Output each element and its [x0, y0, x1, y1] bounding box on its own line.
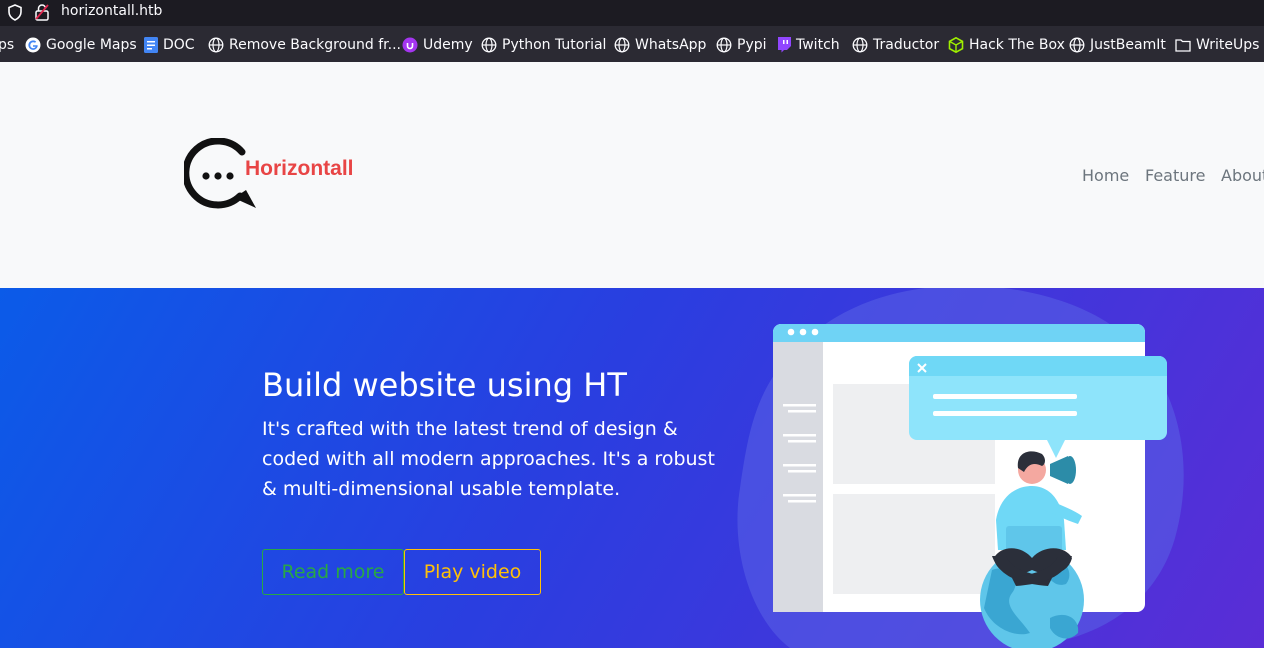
- globe-icon: [1069, 37, 1085, 53]
- bookmark-label: Udemy: [423, 37, 473, 53]
- folder-icon: [1175, 39, 1191, 52]
- udemy-icon: [402, 37, 418, 53]
- bookmark-whatsapp[interactable]: WhatsApp: [614, 36, 706, 54]
- bookmark-twitch[interactable]: Twitch: [777, 36, 840, 54]
- bookmark-label: Hack The Box: [969, 37, 1065, 53]
- url-text[interactable]: horizontall.htb: [61, 3, 162, 19]
- bookmark-hack-the-box[interactable]: Hack The Box: [948, 36, 1065, 54]
- bookmark-label: Traductor: [873, 37, 940, 53]
- shield-icon[interactable]: [7, 4, 23, 25]
- bookmark-label: JustBeamIt: [1090, 37, 1166, 53]
- globe-icon: [614, 37, 630, 53]
- bookmark-python-tutorial[interactable]: Python Tutorial: [481, 36, 606, 54]
- read-more-button[interactable]: Read more: [262, 549, 404, 595]
- bookmark-label: ps: [0, 37, 15, 53]
- doc-icon: [144, 37, 158, 53]
- htb-icon: [948, 37, 964, 53]
- globe-icon: [208, 37, 224, 53]
- bookmark-label: DOC: [163, 37, 195, 53]
- nav-home[interactable]: Home: [1082, 166, 1129, 185]
- bookmarks-toolbar: ps Google Maps DOC Remove Background fr.…: [0, 26, 1264, 63]
- globe-icon: [852, 37, 868, 53]
- globe-icon: [716, 37, 732, 53]
- play-video-button[interactable]: Play video: [404, 549, 541, 595]
- bookmark-doc[interactable]: DOC: [144, 36, 195, 54]
- hero-title: Build website using HT: [262, 366, 627, 404]
- bookmark-remove-background[interactable]: Remove Background fr...: [208, 36, 401, 54]
- bookmark-label: WhatsApp: [635, 37, 707, 53]
- bookmark-justbeamit[interactable]: JustBeamIt: [1069, 36, 1166, 54]
- insecure-lock-icon[interactable]: [34, 3, 50, 25]
- bookmark-label: Twitch: [796, 37, 840, 53]
- brand-name[interactable]: Horizontall: [245, 157, 354, 181]
- bookmark-label: Pypi: [737, 37, 767, 53]
- google-icon: [25, 37, 41, 53]
- bookmark-google-maps[interactable]: Google Maps: [25, 36, 137, 54]
- bookmark-label: WriteUps H: [1196, 37, 1264, 53]
- hero-illustration: [737, 288, 1184, 648]
- bookmark-pypi[interactable]: Pypi: [716, 36, 767, 54]
- bookmark-item[interactable]: ps: [0, 36, 14, 54]
- bookmark-traductor[interactable]: Traductor: [852, 36, 939, 54]
- site-header: Horizontall Home Feature About: [0, 62, 1264, 288]
- globe-icon: [481, 37, 497, 53]
- bookmark-writeups-folder[interactable]: WriteUps H: [1175, 36, 1264, 54]
- bookmark-label: Python Tutorial: [502, 37, 607, 53]
- nav-feature[interactable]: Feature: [1145, 166, 1205, 185]
- hero-description: It's crafted with the latest trend of de…: [262, 418, 715, 500]
- hero-section: Build website using HT It's crafted with…: [0, 288, 1264, 648]
- bookmark-udemy[interactable]: Udemy: [402, 36, 473, 54]
- browser-url-bar: horizontall.htb: [0, 0, 1264, 26]
- twitch-icon: [778, 37, 791, 53]
- bookmark-label: Google Maps: [46, 37, 137, 53]
- nav-about[interactable]: About: [1221, 166, 1264, 185]
- bookmark-label: Remove Background fr...: [229, 37, 401, 53]
